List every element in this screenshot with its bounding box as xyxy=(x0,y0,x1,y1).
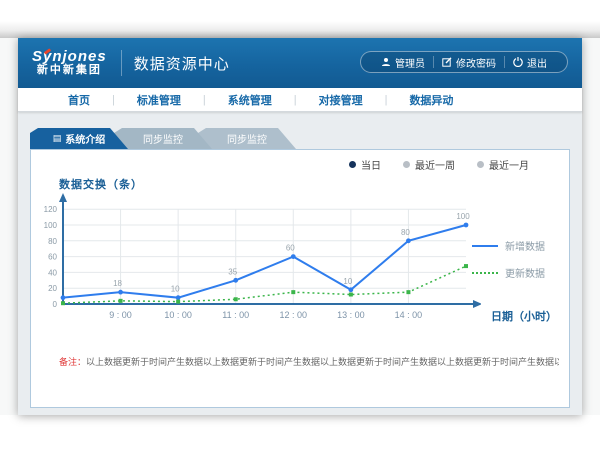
app-header: Synjones 新中新集团 数据资源中心 管理员 修改密码 退出 xyxy=(18,38,582,88)
footnote-label: 备注： xyxy=(59,357,86,367)
logo-subtext: 新中新集团 xyxy=(32,64,107,77)
svg-text:100: 100 xyxy=(456,212,470,221)
footnote: 备注：以上数据更新于时间产生数据以上数据更新于时间产生数据以上数据更新于时间产生… xyxy=(59,355,559,368)
time-filter-group: 当日 最近一周 最近一月 xyxy=(349,157,529,172)
tab-label: 系统介绍 xyxy=(65,131,105,146)
legend-label: 更新数据 xyxy=(505,265,545,280)
svg-text:80: 80 xyxy=(401,228,410,237)
radio-selected-icon xyxy=(349,161,356,168)
svg-text:14 : 00: 14 : 00 xyxy=(395,310,423,320)
user-menu: 管理员 修改密码 退出 xyxy=(360,51,568,73)
header-divider xyxy=(121,50,122,76)
tab-label: 同步监控 xyxy=(227,131,267,146)
radio-icon xyxy=(477,161,484,168)
svg-text:20: 20 xyxy=(48,284,57,293)
nav-item-interface-mgmt[interactable]: 对接管理 xyxy=(297,92,385,108)
legend-item-new-data: 新增数据 xyxy=(472,238,545,253)
svg-text:40: 40 xyxy=(48,268,57,277)
svg-text:0: 0 xyxy=(53,300,58,309)
nav-item-home[interactable]: 首页 xyxy=(46,92,112,108)
svg-text:13 : 00: 13 : 00 xyxy=(337,310,365,320)
filter-label: 当日 xyxy=(361,157,381,172)
svg-text:10: 10 xyxy=(343,277,352,286)
page-title: 数据资源中心 xyxy=(134,53,230,74)
chart-panel: 当日 最近一周 最近一月 数据交换（条） 0 20 40 60 80 100 120 9 : … xyxy=(30,149,570,408)
svg-text:60: 60 xyxy=(286,244,295,253)
svg-text:18: 18 xyxy=(113,279,122,288)
edit-icon xyxy=(442,57,452,67)
page-bottom-area xyxy=(0,415,600,450)
nav-item-data-change[interactable]: 数据异动 xyxy=(387,92,475,108)
svg-text:11 : 00: 11 : 00 xyxy=(222,310,249,320)
filter-last-month[interactable]: 最近一月 xyxy=(477,157,529,172)
svg-text:60: 60 xyxy=(48,253,57,262)
filter-label: 最近一月 xyxy=(489,157,529,172)
tab-label: 同步监控 xyxy=(143,131,183,146)
solid-line-swatch xyxy=(472,245,498,247)
svg-text:120: 120 xyxy=(44,205,58,214)
app-window: Synjones 新中新集团 数据资源中心 管理员 修改密码 退出 首页 xyxy=(18,38,582,415)
svg-text:100: 100 xyxy=(44,221,58,230)
svg-text:35: 35 xyxy=(228,267,237,276)
footnote-text: 以上数据更新于时间产生数据以上数据更新于时间产生数据以上数据更新于时间产生数据以… xyxy=(86,357,559,367)
change-password-button[interactable]: 修改密码 xyxy=(434,55,504,70)
username-label: 管理员 xyxy=(395,55,425,70)
power-icon xyxy=(513,57,523,67)
filter-label: 最近一周 xyxy=(415,157,455,172)
tab-sync-monitor-2[interactable]: 同步监控 xyxy=(198,128,296,149)
legend-label: 新增数据 xyxy=(505,238,545,253)
radio-icon xyxy=(403,161,410,168)
dotted-line-swatch xyxy=(472,272,498,274)
tab-sync-monitor-1[interactable]: 同步监控 xyxy=(114,128,212,149)
main-nav: 首页 | 标准管理 | 系统管理 | 对接管理 | 数据异动 xyxy=(18,88,582,112)
svg-text:10 : 00: 10 : 00 xyxy=(164,310,192,320)
svg-text:9 : 00: 9 : 00 xyxy=(109,310,132,320)
legend-item-updated-data: 更新数据 xyxy=(472,265,545,280)
svg-text:80: 80 xyxy=(48,237,57,246)
change-password-label: 修改密码 xyxy=(456,55,496,70)
user-icon xyxy=(381,57,391,67)
nav-item-system-mgmt[interactable]: 系统管理 xyxy=(206,92,294,108)
svg-text:10: 10 xyxy=(171,285,180,294)
y-axis-title: 数据交换（条） xyxy=(59,176,143,192)
logout-button[interactable]: 退出 xyxy=(505,55,555,70)
chart-legend: 新增数据 更新数据 xyxy=(472,238,545,280)
x-axis-title: 日期（小时） xyxy=(491,308,557,324)
page-top-gradient xyxy=(0,0,600,38)
filter-last-week[interactable]: 最近一周 xyxy=(403,157,455,172)
svg-text:12 : 00: 12 : 00 xyxy=(280,310,308,320)
tab-bar: ▤ 系统介绍 同步监控 同步监控 xyxy=(30,128,582,149)
current-user[interactable]: 管理员 xyxy=(373,55,433,70)
form-icon: ▤ xyxy=(53,134,62,143)
logout-label: 退出 xyxy=(527,55,547,70)
company-logo: Synjones 新中新集团 xyxy=(32,49,107,77)
tab-system-intro[interactable]: ▤ 系统介绍 xyxy=(30,128,128,149)
content-area: ▤ 系统介绍 同步监控 同步监控 当日 最近一周 xyxy=(18,112,582,415)
nav-item-standard-mgmt[interactable]: 标准管理 xyxy=(115,92,203,108)
line-chart: 0 20 40 60 80 100 120 9 : 00 10 : 00 11 : 00 12 : … xyxy=(41,192,481,327)
filter-today[interactable]: 当日 xyxy=(349,157,381,172)
